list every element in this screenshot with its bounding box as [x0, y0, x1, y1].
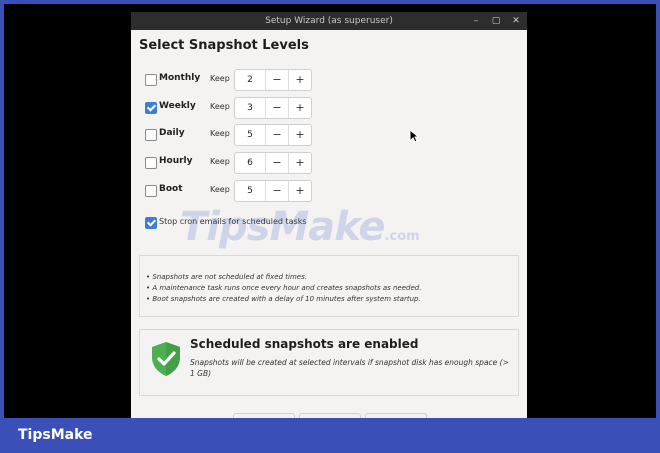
daily-increment-button[interactable]: +: [288, 125, 311, 145]
monthly-decrement-button[interactable]: −: [265, 70, 288, 90]
window-titlebar: Setup Wizard (as superuser) – ▢ ✕: [131, 12, 527, 30]
hourly-checkbox[interactable]: [145, 157, 157, 169]
snapshot-status-box: Scheduled snapshots are enabled Snapshot…: [139, 329, 519, 396]
daily-checkbox[interactable]: [145, 129, 157, 141]
shield-check-icon: [152, 342, 180, 376]
note-line: • Snapshots are not scheduled at fixed t…: [146, 273, 307, 281]
weekly-label: Weekly: [159, 101, 196, 111]
hourly-keep-spinner: 6 − +: [234, 152, 312, 174]
boot-decrement-button[interactable]: −: [265, 181, 288, 201]
mouse-cursor-icon: [409, 129, 419, 143]
keep-label: Keep: [210, 102, 230, 111]
keep-label: Keep: [210, 185, 230, 194]
weekly-increment-button[interactable]: +: [288, 98, 311, 118]
weekly-keep-value[interactable]: 3: [235, 98, 265, 118]
close-button[interactable]: [365, 413, 427, 418]
boot-keep-value[interactable]: 5: [235, 181, 265, 201]
monthly-checkbox[interactable]: [145, 74, 157, 86]
boot-checkbox[interactable]: [145, 185, 157, 197]
stop-cron-emails-checkbox[interactable]: [145, 217, 157, 229]
hourly-keep-value[interactable]: 6: [235, 153, 265, 173]
close-icon[interactable]: ✕: [511, 12, 521, 30]
daily-keep-value[interactable]: 5: [235, 125, 265, 145]
maximize-icon[interactable]: ▢: [491, 12, 501, 30]
hourly-decrement-button[interactable]: −: [265, 153, 288, 173]
keep-label: Keep: [210, 129, 230, 138]
boot-label: Boot: [159, 184, 183, 194]
daily-keep-spinner: 5 − +: [234, 124, 312, 146]
keep-label: Keep: [210, 74, 230, 83]
window-controls: – ▢ ✕: [471, 12, 521, 30]
note-line: • A maintenance task runs once every hou…: [146, 284, 422, 292]
daily-decrement-button[interactable]: −: [265, 125, 288, 145]
boot-keep-spinner: 5 − +: [234, 180, 312, 202]
weekly-checkbox[interactable]: [145, 102, 157, 114]
next-button[interactable]: [299, 413, 361, 418]
window-title: Setup Wizard (as superuser): [265, 16, 393, 26]
screenshot-stage: Setup Wizard (as superuser) – ▢ ✕ Select…: [4, 4, 656, 418]
monthly-keep-value[interactable]: 2: [235, 70, 265, 90]
hourly-label: Hourly: [159, 156, 193, 166]
note-line: • Boot snapshots are created with a dela…: [146, 295, 421, 303]
boot-increment-button[interactable]: +: [288, 181, 311, 201]
minimize-icon[interactable]: –: [471, 12, 481, 30]
daily-label: Daily: [159, 128, 185, 138]
watermark-suffix: .com: [384, 229, 420, 244]
schedule-notes-box: • Snapshots are not scheduled at fixed t…: [139, 255, 519, 317]
watermark: TipsMake.com: [180, 204, 420, 250]
page-title: Select Snapshot Levels: [139, 38, 309, 53]
status-description: Snapshots will be created at selected in…: [190, 358, 509, 378]
hourly-increment-button[interactable]: +: [288, 153, 311, 173]
monthly-increment-button[interactable]: +: [288, 70, 311, 90]
previous-button[interactable]: [233, 413, 295, 418]
weekly-decrement-button[interactable]: −: [265, 98, 288, 118]
monthly-keep-spinner: 2 − +: [234, 69, 312, 91]
monthly-label: Monthly: [159, 73, 201, 83]
brand-logo: TipsMake: [18, 427, 93, 443]
keep-label: Keep: [210, 157, 230, 166]
watermark-main: TipsMake: [180, 204, 386, 250]
weekly-keep-spinner: 3 − +: [234, 97, 312, 119]
status-title: Scheduled snapshots are enabled: [190, 337, 419, 351]
